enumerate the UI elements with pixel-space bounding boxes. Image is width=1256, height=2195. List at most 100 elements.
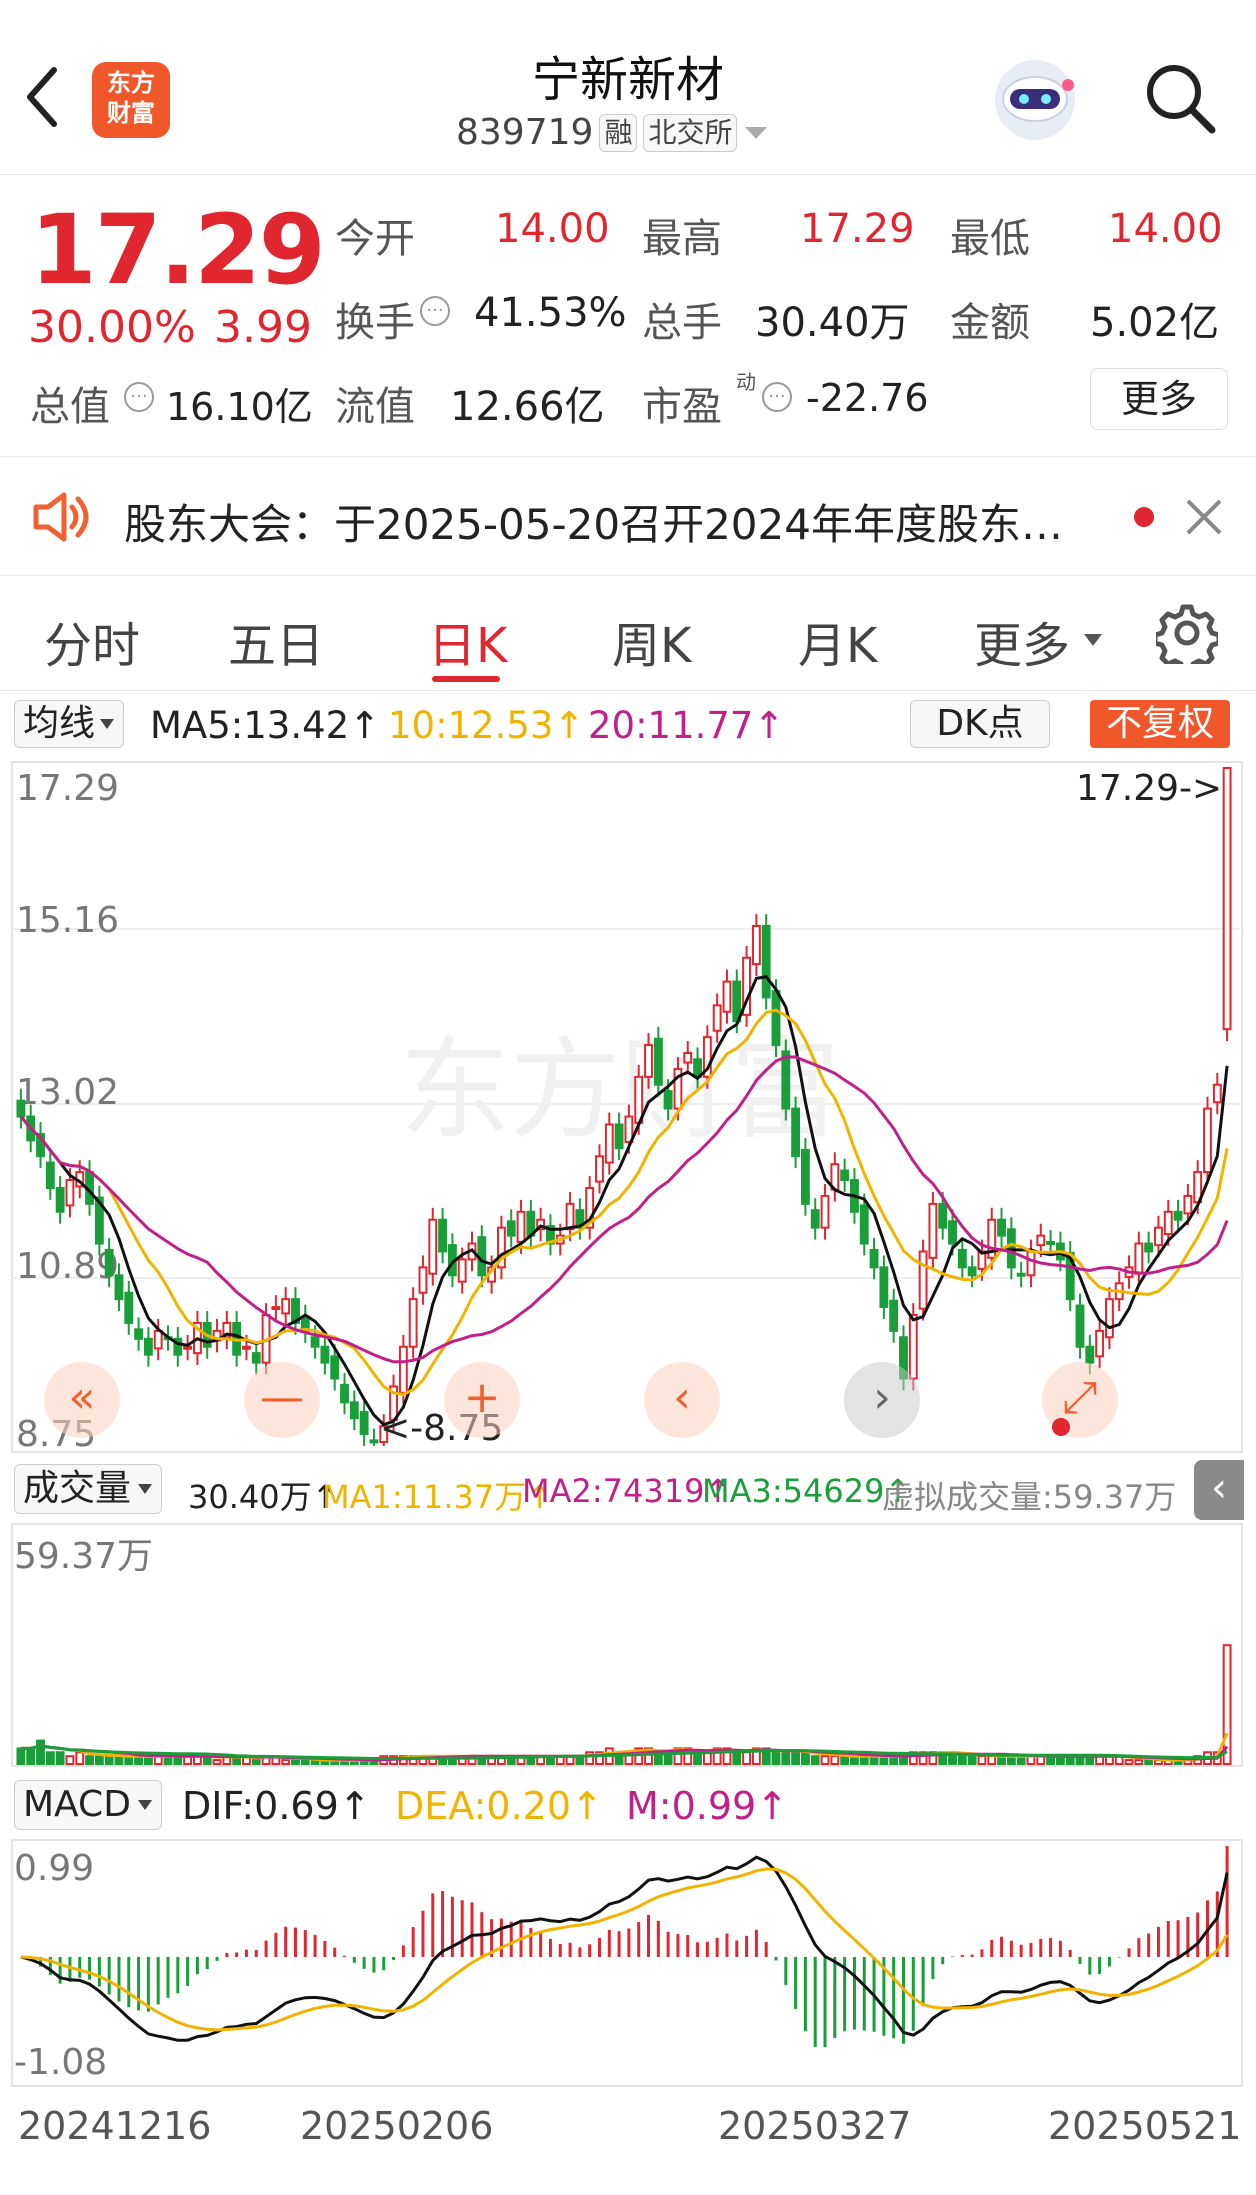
exchange-tag: 北交所 bbox=[643, 113, 738, 152]
macd-info-bar: MACD DIF:0.69↑ DEA:0.20↑ M:0.99↑ bbox=[0, 1776, 1256, 1836]
settings-icon[interactable] bbox=[1156, 602, 1218, 664]
candle-body bbox=[438, 1218, 448, 1253]
candle-body bbox=[595, 1155, 604, 1183]
x-label-1: 20241216 bbox=[18, 2104, 212, 2148]
period-tabs: 分时 五日 日K 周K 月K 更多 bbox=[0, 576, 1256, 691]
chevron-down-icon bbox=[745, 126, 768, 139]
candle-body bbox=[271, 1306, 281, 1311]
ma5-value: MA5:13.42↑ bbox=[150, 704, 381, 747]
candle-body bbox=[310, 1336, 320, 1348]
tab-intraday[interactable]: 分时 bbox=[44, 606, 140, 676]
x-label-4: 20250521 bbox=[1048, 2104, 1242, 2148]
fullscreen-dot bbox=[1052, 1418, 1070, 1436]
volume-bar bbox=[771, 1751, 781, 1765]
volume-bar bbox=[45, 1751, 55, 1765]
candle-body bbox=[644, 1044, 653, 1078]
pe-info-icon[interactable]: ··· bbox=[762, 382, 792, 412]
volume-bar bbox=[800, 1751, 810, 1765]
notice-bar[interactable]: 股东大会：于2025-05-20召开2024年年度股东… bbox=[0, 456, 1256, 576]
candle-body bbox=[1085, 1345, 1095, 1364]
tab-monthly-k[interactable]: 月K bbox=[798, 606, 877, 676]
change-amount: 3.99 bbox=[214, 302, 312, 353]
tab-weekly-k[interactable]: 周K bbox=[612, 606, 691, 676]
candle-body bbox=[1095, 1329, 1105, 1358]
macd-chart: 0.99 -1.08 bbox=[11, 1839, 1243, 2087]
macd-selector[interactable]: MACD bbox=[14, 1780, 162, 1830]
candle-body bbox=[918, 1250, 928, 1310]
volume-bar bbox=[820, 1755, 830, 1765]
candle-body bbox=[1183, 1194, 1193, 1215]
macd-y-min: -1.08 bbox=[14, 2042, 107, 2083]
candle-body bbox=[281, 1298, 291, 1315]
macd-dif: DIF:0.69↑ bbox=[182, 1784, 371, 1828]
quote-panel: 17.29 30.00% 3.99 今开 14.00 最高 17.29 最低 1… bbox=[0, 176, 1256, 456]
candle-body bbox=[967, 1266, 977, 1277]
robot-assistant-icon[interactable] bbox=[990, 55, 1080, 145]
tab-daily-k[interactable]: 日K bbox=[428, 606, 507, 676]
change-percent: 30.00% bbox=[28, 302, 196, 353]
more-button[interactable]: 更多 bbox=[1090, 368, 1228, 430]
candle-body bbox=[751, 924, 761, 966]
vol-ma1: MA1:11.37万↑ bbox=[322, 1478, 554, 1516]
turnover-value: 41.53% bbox=[474, 290, 627, 336]
dk-point-button[interactable]: DK点 bbox=[910, 700, 1050, 748]
candle-body bbox=[1036, 1234, 1046, 1247]
tab-more[interactable]: 更多 bbox=[974, 606, 1070, 676]
candle-body bbox=[320, 1345, 330, 1364]
x-label-3: 20250327 bbox=[718, 2104, 912, 2148]
volume-value: 30.40万 bbox=[755, 300, 910, 346]
zoom-in-button[interactable]: + bbox=[444, 1362, 520, 1438]
candle-body bbox=[1006, 1228, 1016, 1269]
macd-selector-label: MACD bbox=[23, 1784, 131, 1825]
scroll-left-fast-button[interactable]: « bbox=[44, 1362, 120, 1438]
candle-body bbox=[1104, 1298, 1114, 1339]
kline-chart[interactable]: 东方财富 17.29 15.16 13.02 10.89 8.75 17.29-… bbox=[0, 758, 1256, 1458]
candle-body bbox=[859, 1204, 869, 1245]
turnover-info-icon[interactable]: ··· bbox=[420, 296, 450, 326]
candle-body bbox=[948, 1220, 957, 1245]
close-icon[interactable] bbox=[1184, 497, 1224, 537]
volume-selector[interactable]: 成交量 bbox=[14, 1464, 163, 1514]
volume-bar bbox=[212, 1759, 222, 1765]
candle-body bbox=[183, 1345, 193, 1350]
virtual-volume: 虚拟成交量:59.37万 bbox=[882, 1478, 1177, 1516]
macd-y-max: 0.99 bbox=[14, 1848, 94, 1889]
indicator-selector[interactable]: 均线 bbox=[14, 700, 125, 748]
candle-body bbox=[1154, 1226, 1163, 1247]
volume-bar bbox=[75, 1751, 85, 1765]
float-value: 12.66亿 bbox=[450, 384, 605, 430]
candle-body bbox=[153, 1329, 163, 1350]
volume-bar bbox=[16, 1747, 26, 1766]
candle-body bbox=[330, 1355, 340, 1380]
adjust-mode-button[interactable]: 不复权 bbox=[1090, 700, 1230, 748]
volume-bar bbox=[1144, 1759, 1154, 1765]
stock-code-row[interactable]: 839719 融 北交所 bbox=[456, 112, 769, 153]
candle-body bbox=[45, 1161, 55, 1189]
scroll-left-button[interactable]: ‹ bbox=[644, 1362, 720, 1438]
candle-body bbox=[781, 1050, 791, 1110]
candle-body bbox=[340, 1383, 349, 1404]
candle-body bbox=[791, 1107, 801, 1158]
low-value: 14.00 bbox=[1108, 206, 1223, 252]
zoom-out-button[interactable]: — bbox=[244, 1362, 320, 1438]
margin-tag: 融 bbox=[599, 113, 638, 152]
candle-body bbox=[614, 1123, 624, 1150]
tab-five-day[interactable]: 五日 bbox=[228, 606, 324, 676]
mktcap-info-icon[interactable]: ··· bbox=[124, 382, 154, 412]
candle-body bbox=[800, 1148, 810, 1205]
collapse-panel-button[interactable]: ‹ bbox=[1194, 1460, 1244, 1520]
candle-body bbox=[16, 1099, 26, 1118]
search-icon[interactable] bbox=[1140, 58, 1220, 138]
x-label-2: 20250206 bbox=[300, 2104, 494, 2148]
open-value: 14.00 bbox=[495, 206, 610, 252]
low-label: 最低 bbox=[950, 216, 1030, 262]
dif-line bbox=[20, 1855, 1229, 2042]
candle-body bbox=[908, 1314, 918, 1380]
volume-value: 30.40万↑ bbox=[188, 1478, 339, 1516]
ma-info-bar: 均线 MA5:13.42↑ 10:12.53↑ 20:11.77↑ DK点 不复… bbox=[0, 692, 1256, 756]
scroll-right-button[interactable]: › bbox=[844, 1362, 920, 1438]
candle-body bbox=[349, 1401, 359, 1420]
candle-body bbox=[938, 1202, 948, 1229]
volume-bar bbox=[291, 1759, 300, 1765]
candle-body bbox=[1075, 1304, 1085, 1348]
